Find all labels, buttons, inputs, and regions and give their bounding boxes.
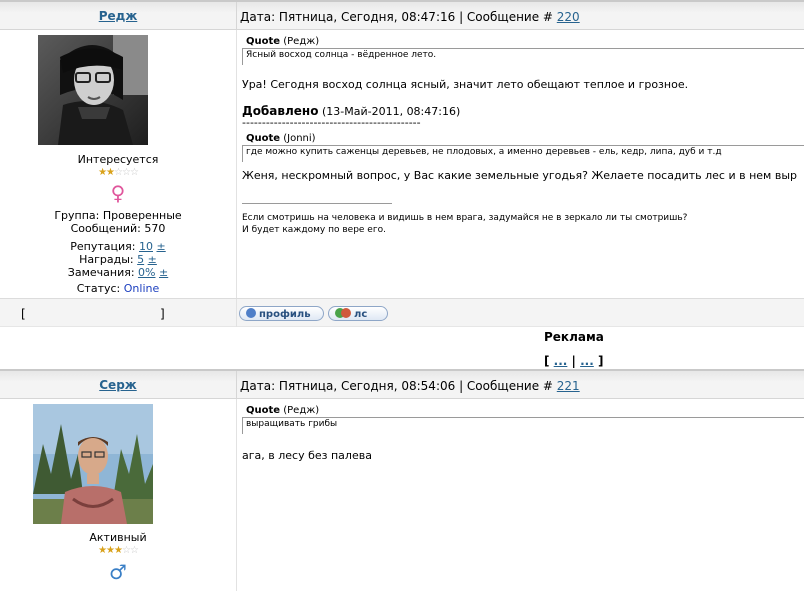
status-online: Online xyxy=(123,282,160,295)
added-separator: ----------------------------------------… xyxy=(242,116,421,129)
quote-label: Quote xyxy=(246,405,281,416)
star-icon: ★ xyxy=(114,545,123,556)
ad-bracket-open: [ xyxy=(544,354,550,368)
awards-value-link[interactable]: 5 xyxy=(137,253,144,266)
ad-bracket-close: ] xyxy=(598,354,604,368)
ip-bracket-close: ] xyxy=(160,307,165,321)
user-icon xyxy=(246,308,256,318)
message-text: ага, в лесу без палева xyxy=(242,449,372,462)
avatar[interactable] xyxy=(33,404,153,524)
post-221: Серж Дата: Пятница, Сегодня, 08:54:06 | … xyxy=(0,369,804,591)
awards-vote-link[interactable]: ± xyxy=(148,253,157,266)
status-label: Статус: xyxy=(76,282,121,295)
column-divider xyxy=(236,399,237,591)
message-text: Ура! Сегодня восход солнца ясный, значит… xyxy=(242,78,689,91)
star-icon: ★ xyxy=(106,545,115,556)
quote-author: (Редж) xyxy=(283,36,320,47)
quote-title: Quote (Jonni) xyxy=(240,133,804,145)
ad-block: Реклама [ ... | ... ] xyxy=(0,327,804,368)
avatar[interactable] xyxy=(38,35,148,145)
ip-bracket-open: [ xyxy=(21,307,26,321)
post-220: Редж Дата: Пятница, Сегодня, 08:47:16 | … xyxy=(0,0,804,298)
star-icon: ★ xyxy=(98,545,107,556)
warnings-label: Замечания: xyxy=(67,266,135,279)
ad-link[interactable]: ... xyxy=(554,354,568,368)
message-text: Женя, нескромный вопрос, у Вас какие зем… xyxy=(242,169,797,182)
star-empty-icon: ☆ xyxy=(114,167,123,178)
star-icon: ★ xyxy=(106,167,115,178)
column-divider xyxy=(236,299,237,327)
signature-line: И будет каждому по вере его. xyxy=(242,225,386,235)
post-meta: Дата: Пятница, Сегодня, 08:54:06 | Сообщ… xyxy=(240,379,580,393)
star-empty-icon: ☆ xyxy=(129,545,139,556)
warnings-vote-link[interactable]: ± xyxy=(159,266,168,279)
quote-title: Quote (Редж) xyxy=(240,405,804,417)
reputation-label: Репутация: xyxy=(70,240,136,253)
awards-label: Награды: xyxy=(79,253,134,266)
warnings-value-link[interactable]: 0% xyxy=(138,266,155,279)
post-date: Дата: Пятница, Сегодня, 08:54:06 | Сообщ… xyxy=(240,379,557,393)
author-link[interactable]: Серж xyxy=(0,378,236,392)
male-icon: ♂ xyxy=(109,560,127,584)
quote-box: Ясный восход солнца - вёдренное лето. xyxy=(242,48,804,65)
ad-separator: | xyxy=(571,354,576,368)
post-body: Quote (Редж) Ясный восход солнца - вёдре… xyxy=(240,36,804,236)
post-footer: [ ] профиль лс xyxy=(0,298,804,327)
post-number-link[interactable]: 220 xyxy=(557,10,580,24)
quote-label: Quote xyxy=(246,133,281,144)
star-empty-icon: ☆ xyxy=(121,167,131,178)
star-icon: ★ xyxy=(98,167,107,178)
reputation-vote-link[interactable]: ± xyxy=(157,240,166,253)
post-header: Редж Дата: Пятница, Сегодня, 08:47:16 | … xyxy=(0,0,804,32)
pm-button-label: лс xyxy=(354,309,368,320)
user-group: Группа: Проверенные xyxy=(54,209,182,222)
ad-links: [ ... | ... ] xyxy=(544,354,603,368)
awards-row: Награды: 5 ± xyxy=(0,253,236,266)
post-body: Quote (Редж) выращивать грибы ага, в лес… xyxy=(240,405,804,463)
post-meta: Дата: Пятница, Сегодня, 08:47:16 | Сообщ… xyxy=(240,10,580,24)
quote-box: выращивать грибы xyxy=(242,417,804,434)
signature-divider xyxy=(242,203,392,204)
quote-author: (Jonni) xyxy=(283,133,316,144)
rating-stars: ★★★☆☆ xyxy=(0,543,236,557)
author-link[interactable]: Редж xyxy=(0,9,236,23)
profile-button-label: профиль xyxy=(259,309,311,320)
ad-title: Реклама xyxy=(544,330,604,344)
female-icon: ♀ xyxy=(110,181,126,205)
star-empty-icon: ☆ xyxy=(129,167,139,178)
reputation-value-link[interactable]: 10 xyxy=(139,240,153,253)
header-divider xyxy=(236,371,237,401)
message-count: Сообщений: 570 xyxy=(70,222,166,235)
column-divider xyxy=(236,30,237,298)
quote-text: выращивать грибы xyxy=(246,419,338,429)
rating-stars: ★★☆☆☆ xyxy=(0,165,236,179)
ad-link[interactable]: ... xyxy=(580,354,594,368)
star-empty-icon: ☆ xyxy=(121,545,131,556)
profile-button[interactable]: профиль xyxy=(239,306,324,321)
quote-author: (Редж) xyxy=(283,405,320,416)
status-row: Статус: Online xyxy=(0,282,236,295)
pm-button[interactable]: лс xyxy=(328,306,388,321)
quote-box: где можно купить саженцы деревьев, не пл… xyxy=(242,145,804,162)
warnings-row: Замечания: 0% ± xyxy=(0,266,236,279)
signature-line: Если смотришь на человека и видишь в нем… xyxy=(242,213,688,223)
users-icon xyxy=(341,308,351,318)
header-divider xyxy=(236,2,237,32)
signature: Если смотришь на человека и видишь в нем… xyxy=(242,212,804,236)
post-date: Дата: Пятница, Сегодня, 08:47:16 | Сообщ… xyxy=(240,10,557,24)
quote-title: Quote (Редж) xyxy=(240,36,804,48)
quote-text: где можно купить саженцы деревьев, не пл… xyxy=(246,147,722,157)
quote-text: Ясный восход солнца - вёдренное лето. xyxy=(246,50,437,60)
post-header: Серж Дата: Пятница, Сегодня, 08:54:06 | … xyxy=(0,369,804,401)
reputation-row: Репутация: 10 ± xyxy=(0,240,236,253)
post-number-link[interactable]: 221 xyxy=(557,379,580,393)
quote-label: Quote xyxy=(246,36,281,47)
